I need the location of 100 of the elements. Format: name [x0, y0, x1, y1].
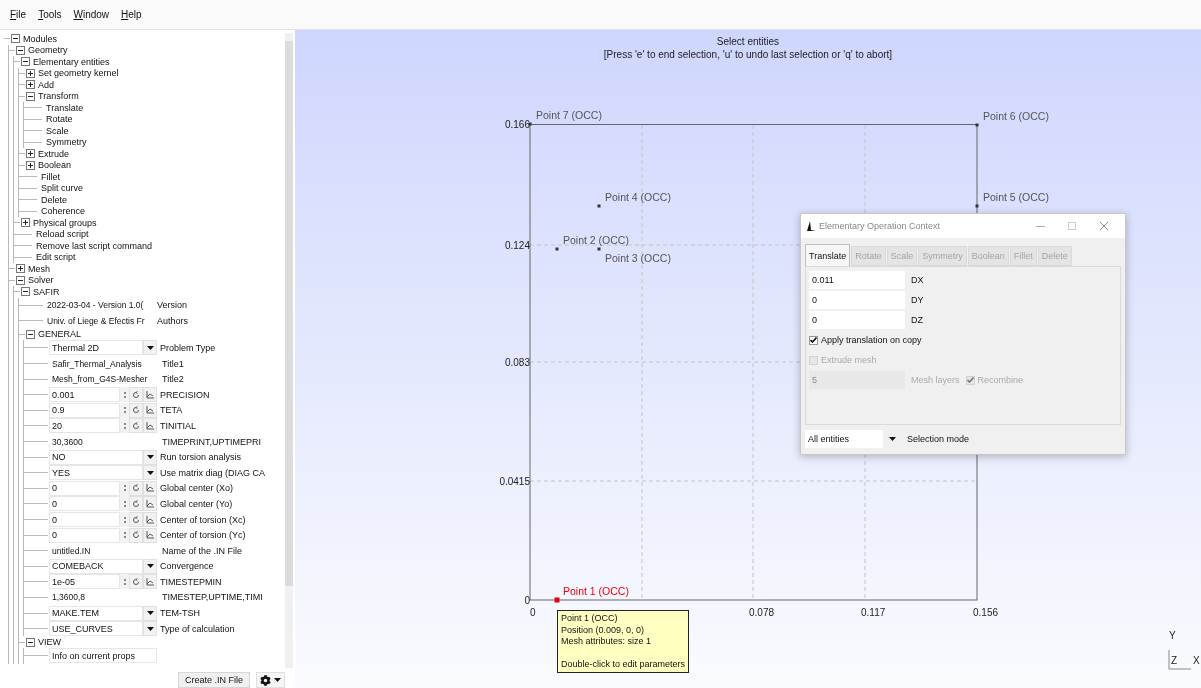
input-field[interactable]: 0.9	[49, 402, 120, 418]
loop-arrow-icon[interactable]	[132, 421, 140, 430]
tree-item[interactable]: Geometry	[28, 45, 68, 56]
tree-item[interactable]: Rotate	[46, 114, 73, 125]
point-marker[interactable]	[975, 123, 979, 127]
loop-arrow-icon[interactable]	[132, 531, 140, 540]
tree-item[interactable]: Scale	[46, 125, 69, 136]
input-field[interactable]: 0.001	[49, 387, 120, 403]
settings-button[interactable]	[256, 672, 285, 688]
point-marker[interactable]	[975, 204, 979, 208]
input-field[interactable]: 0	[49, 512, 120, 527]
dropdown-field[interactable]: NO	[49, 449, 143, 465]
tree-item[interactable]: Set geometry kernel	[38, 68, 119, 79]
plus-box-icon[interactable]	[26, 149, 35, 159]
input-field[interactable]: 0.011	[809, 271, 905, 289]
plus-box-icon[interactable]	[26, 160, 35, 170]
scrollbar[interactable]	[285, 33, 293, 668]
tree-item[interactable]: Edit script	[36, 252, 76, 263]
tree-item[interactable]: Boolean	[38, 160, 72, 171]
grip-icon[interactable]	[123, 500, 126, 507]
grip-icon[interactable]	[123, 422, 126, 429]
grip-icon[interactable]	[123, 391, 126, 398]
tree-item[interactable]: Delete	[41, 194, 67, 205]
plus-box-icon[interactable]	[26, 68, 35, 78]
grip-icon[interactable]	[123, 578, 126, 585]
graph-icon[interactable]	[146, 515, 154, 524]
point-marker[interactable]	[555, 247, 559, 251]
graph-icon[interactable]	[146, 499, 154, 508]
close-icon[interactable]	[1100, 222, 1108, 230]
menu-item[interactable]: File	[10, 9, 27, 20]
input-field[interactable]: 0	[809, 311, 905, 329]
create-file-button[interactable]: Create .IN File	[177, 672, 250, 688]
input-field[interactable]: 20	[49, 418, 120, 434]
info-field[interactable]: Info on current props	[49, 648, 157, 664]
checkbox-label[interactable]: Apply translation on copy	[809, 335, 922, 345]
grip-icon[interactable]	[123, 532, 126, 539]
minus-box-icon[interactable]	[16, 45, 25, 55]
menu-item[interactable]: Window	[73, 9, 110, 20]
tree-item[interactable]: GENERAL	[38, 329, 81, 340]
minus-box-icon[interactable]	[11, 34, 20, 44]
plus-box-icon[interactable]	[21, 218, 30, 228]
tree-item[interactable]: Symmetry	[46, 137, 87, 148]
point-marker[interactable]	[597, 204, 601, 208]
tree-item[interactable]: Elementary entities	[33, 56, 110, 67]
minus-box-icon[interactable]	[16, 275, 25, 285]
plus-box-icon[interactable]	[26, 80, 35, 90]
graph-icon[interactable]	[146, 421, 154, 430]
menu-item[interactable]: Help	[121, 9, 142, 20]
loop-arrow-icon[interactable]	[132, 406, 140, 415]
menu-item[interactable]: Tools	[38, 9, 62, 20]
dropdown-field[interactable]: All entities	[805, 430, 901, 448]
graph-icon[interactable]	[146, 531, 154, 540]
tree-item[interactable]: Translate	[46, 102, 84, 113]
point-marker[interactable]	[528, 122, 532, 126]
tree-item[interactable]: VIEW	[38, 637, 61, 648]
tree-item[interactable]: Split curve	[41, 183, 84, 194]
checkbox[interactable]	[809, 335, 818, 345]
dropdown-field[interactable]: YES	[49, 465, 143, 481]
plus-box-icon[interactable]	[16, 264, 25, 274]
graph-icon[interactable]	[146, 406, 154, 415]
grip-icon[interactable]	[123, 516, 126, 523]
tree-item[interactable]: Transform	[38, 91, 79, 102]
tab[interactable]: Translate	[805, 244, 851, 266]
graph-icon[interactable]	[146, 577, 154, 586]
tree-item[interactable]: Coherence	[41, 206, 86, 217]
tree-item[interactable]: SAFIR	[33, 286, 60, 297]
dropdown-field[interactable]: COMEBACK	[49, 558, 143, 574]
tree-item[interactable]: Fillet	[41, 171, 60, 182]
input-field[interactable]: 0	[49, 527, 120, 543]
tree-item[interactable]: Add	[38, 79, 54, 90]
loop-arrow-icon[interactable]	[132, 515, 140, 524]
point-marker[interactable]	[554, 597, 560, 603]
loop-arrow-icon[interactable]	[132, 499, 140, 508]
tree-item[interactable]: Modules	[23, 33, 58, 44]
tree-item[interactable]: Mesh	[28, 263, 50, 274]
loop-arrow-icon[interactable]	[132, 484, 140, 493]
loop-arrow-icon[interactable]	[132, 390, 140, 399]
grip-icon[interactable]	[123, 485, 126, 492]
tree-item[interactable]: Remove last script command	[36, 240, 153, 251]
dropdown-field[interactable]: Thermal 2D	[49, 340, 143, 356]
input-field[interactable]: 0	[49, 480, 120, 496]
grip-icon[interactable]	[123, 407, 126, 414]
input-field[interactable]: 0	[809, 291, 905, 309]
graph-icon[interactable]	[146, 390, 154, 399]
graph-icon[interactable]	[146, 484, 154, 493]
dropdown-field[interactable]: MAKE.TEM	[49, 605, 143, 621]
loop-arrow-icon[interactable]	[132, 577, 140, 586]
input-field[interactable]: 0	[49, 496, 120, 512]
tree-item[interactable]: Extrude	[38, 148, 70, 159]
tree-item[interactable]: Solver	[28, 275, 54, 286]
minus-box-icon[interactable]	[21, 287, 30, 297]
dropdown-field[interactable]: USE_CURVES	[49, 621, 143, 637]
tree-item[interactable]: Physical groups	[33, 217, 97, 228]
input-field[interactable]: 1e-05	[49, 574, 120, 590]
minus-box-icon[interactable]	[21, 57, 30, 67]
minus-box-icon[interactable]	[26, 637, 35, 647]
tree-item[interactable]: Reload script	[36, 229, 89, 240]
point-marker[interactable]	[597, 247, 601, 251]
minus-box-icon[interactable]	[26, 329, 35, 339]
minus-box-icon[interactable]	[26, 91, 35, 101]
